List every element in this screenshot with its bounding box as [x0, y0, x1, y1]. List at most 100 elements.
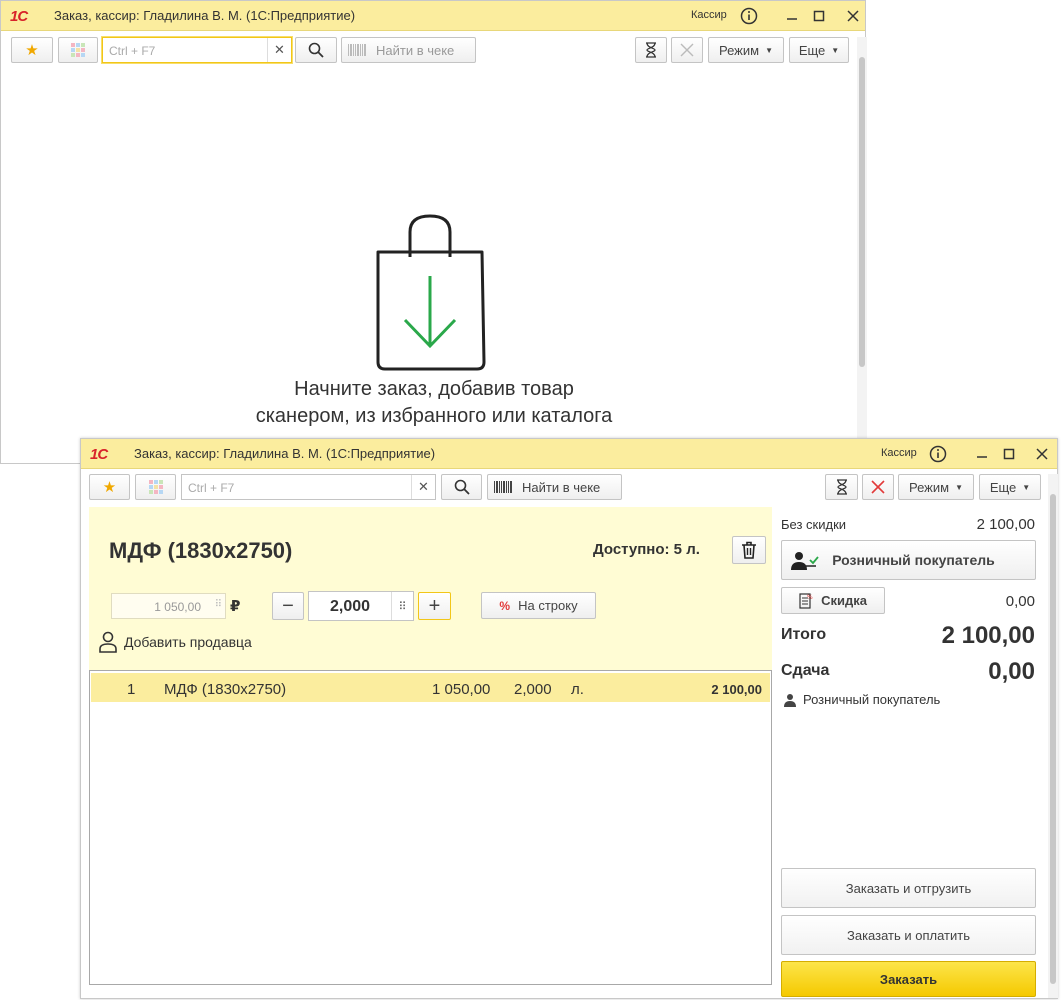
- discount-button-label: Скидка: [821, 593, 867, 608]
- order-window: 1С Заказ, кассир: Гладилина В. М. (1С:Пр…: [80, 438, 1058, 999]
- barcode-icon: [348, 44, 366, 56]
- clear-search-icon[interactable]: ✕: [267, 38, 291, 62]
- title-bar: 1С Заказ, кассир: Гладилина В. М. (1С:Пр…: [81, 439, 1057, 469]
- scrollbar-thumb[interactable]: [1050, 494, 1056, 984]
- order-and-pay-label: Заказать и оплатить: [847, 927, 970, 943]
- vertical-scrollbar[interactable]: [1048, 474, 1058, 998]
- price-value: 1 050,00: [154, 600, 201, 614]
- total-value: 2 100,00: [941, 622, 1035, 649]
- info-icon[interactable]: [927, 443, 949, 465]
- search-button[interactable]: [295, 37, 337, 63]
- info-icon[interactable]: [738, 5, 760, 27]
- star-icon: ★: [25, 42, 39, 59]
- mode-menu-button[interactable]: Режим ▼: [708, 37, 784, 63]
- quantity-field[interactable]: 2,000 ⠿: [308, 591, 414, 621]
- currency-symbol: ₽: [230, 598, 241, 615]
- favorites-button[interactable]: ★: [89, 474, 130, 500]
- increase-quantity-button[interactable]: +: [418, 592, 451, 620]
- search-input[interactable]: Ctrl + F7 ✕: [181, 474, 436, 500]
- more-label: Еще: [989, 479, 1017, 495]
- catalog-grid-icon: [148, 480, 163, 494]
- product-name: МДФ (1830x2750): [109, 538, 293, 563]
- quantity-value: 2,000: [329, 598, 371, 615]
- line-product-name: МДФ (1830x2750): [164, 681, 287, 698]
- change-value: 0,00: [988, 658, 1035, 685]
- minus-icon: −: [282, 594, 294, 617]
- title-bar: 1С Заказ, кассир: Гладилина В. М. (1С:Пр…: [1, 1, 865, 31]
- search-button[interactable]: [441, 474, 482, 500]
- star-icon: ★: [102, 479, 117, 496]
- cancel-order-button[interactable]: [862, 474, 894, 500]
- window-title: Заказ, кассир: Гладилина В. М. (1С:Предп…: [54, 8, 356, 23]
- dropdown-arrow-icon: ▼: [765, 45, 773, 55]
- mode-menu-button[interactable]: Режим ▼: [898, 474, 974, 500]
- maximize-icon[interactable]: [998, 443, 1020, 465]
- deferred-button[interactable]: [635, 37, 667, 63]
- catalog-button[interactable]: [135, 474, 176, 500]
- keypad-icon[interactable]: ⠿: [215, 599, 222, 610]
- find-in-receipt-label: Найти в чеке: [376, 42, 455, 58]
- close-icon[interactable]: [842, 5, 864, 27]
- order-and-ship-button[interactable]: Заказать и отгрузить: [781, 868, 1036, 908]
- line-discount-button[interactable]: % На строку: [481, 592, 596, 619]
- add-seller-label: Добавить продавца: [124, 634, 252, 650]
- user-role: Кассир: [691, 9, 727, 21]
- receipt-lines-table[interactable]: 1 МДФ (1830x2750) 1 050,00 2,000 л. 2 10…: [89, 670, 772, 985]
- order-label: Заказать: [879, 971, 938, 987]
- discount-value: 0,00: [1005, 593, 1035, 610]
- change-label: Сдача: [781, 662, 830, 679]
- keypad-icon[interactable]: ⠿: [391, 592, 413, 620]
- catalog-button[interactable]: [58, 37, 98, 63]
- order-and-pay-button[interactable]: Заказать и оплатить: [781, 915, 1036, 955]
- 1c-logo: 1С: [90, 446, 108, 463]
- no-discount-label: Без скидки: [781, 517, 847, 532]
- favorites-button[interactable]: ★: [11, 37, 53, 63]
- minimize-icon[interactable]: [971, 443, 993, 465]
- empty-message-line1: Начните заказ, добавив товар: [294, 378, 574, 400]
- mode-label: Режим: [908, 479, 950, 495]
- more-menu-button[interactable]: Еще ▼: [979, 474, 1041, 500]
- order-button[interactable]: Заказать: [781, 961, 1036, 997]
- search-input[interactable]: Ctrl + F7 ✕: [102, 37, 292, 63]
- empty-message-line2: сканером, из избранного или каталога: [255, 405, 613, 427]
- add-seller-link[interactable]: Добавить продавца: [98, 631, 252, 653]
- clear-search-icon[interactable]: ✕: [411, 475, 435, 499]
- find-in-receipt-label: Найти в чеке: [522, 479, 601, 495]
- maximize-icon[interactable]: [808, 5, 830, 27]
- selected-customer-name: Розничный покупатель: [803, 692, 941, 707]
- customer-button[interactable]: Розничный покупатель: [781, 540, 1036, 580]
- line-discount-label: На строку: [518, 598, 578, 613]
- table-row[interactable]: 1 МДФ (1830x2750) 1 050,00 2,000 л. 2 10…: [91, 673, 770, 702]
- dropdown-arrow-icon: ▼: [1022, 482, 1031, 492]
- more-label: Еще: [798, 42, 826, 58]
- line-number: 1: [127, 681, 136, 698]
- cancel-order-button[interactable]: [671, 37, 703, 63]
- search-icon: [308, 42, 324, 58]
- discount-icon: %: [799, 592, 813, 609]
- window-title: Заказ, кассир: Гладилина В. М. (1С:Предп…: [134, 446, 436, 461]
- mode-label: Режим: [718, 42, 760, 58]
- minimize-icon[interactable]: [781, 5, 803, 27]
- cancel-icon: [871, 480, 885, 494]
- catalog-grid-icon: [71, 43, 85, 57]
- scrollbar-thumb[interactable]: [859, 57, 865, 367]
- cancel-icon: [680, 43, 694, 57]
- line-price: 1 050,00: [432, 681, 491, 698]
- more-menu-button[interactable]: Еще ▼: [789, 37, 849, 63]
- svg-text:%: %: [807, 594, 813, 601]
- find-in-receipt-button[interactable]: Найти в чеке: [341, 37, 476, 63]
- search-placeholder: Ctrl + F7: [188, 481, 235, 495]
- discount-button[interactable]: % Скидка: [781, 587, 885, 614]
- price-field[interactable]: 1 050,00 ⠿: [111, 593, 226, 619]
- search-icon: [454, 479, 470, 495]
- person-icon: [99, 631, 117, 653]
- available-quantity: Доступно: 5 л.: [593, 541, 700, 558]
- close-icon[interactable]: [1031, 443, 1053, 465]
- line-quantity: 2,000: [514, 681, 552, 698]
- delete-line-button[interactable]: [732, 536, 766, 564]
- decrease-quantity-button[interactable]: −: [272, 592, 304, 620]
- deferred-button[interactable]: [825, 474, 858, 500]
- find-in-receipt-button[interactable]: Найти в чеке: [487, 474, 622, 500]
- hourglass-icon: [836, 479, 847, 495]
- order-and-ship-label: Заказать и отгрузить: [845, 880, 972, 896]
